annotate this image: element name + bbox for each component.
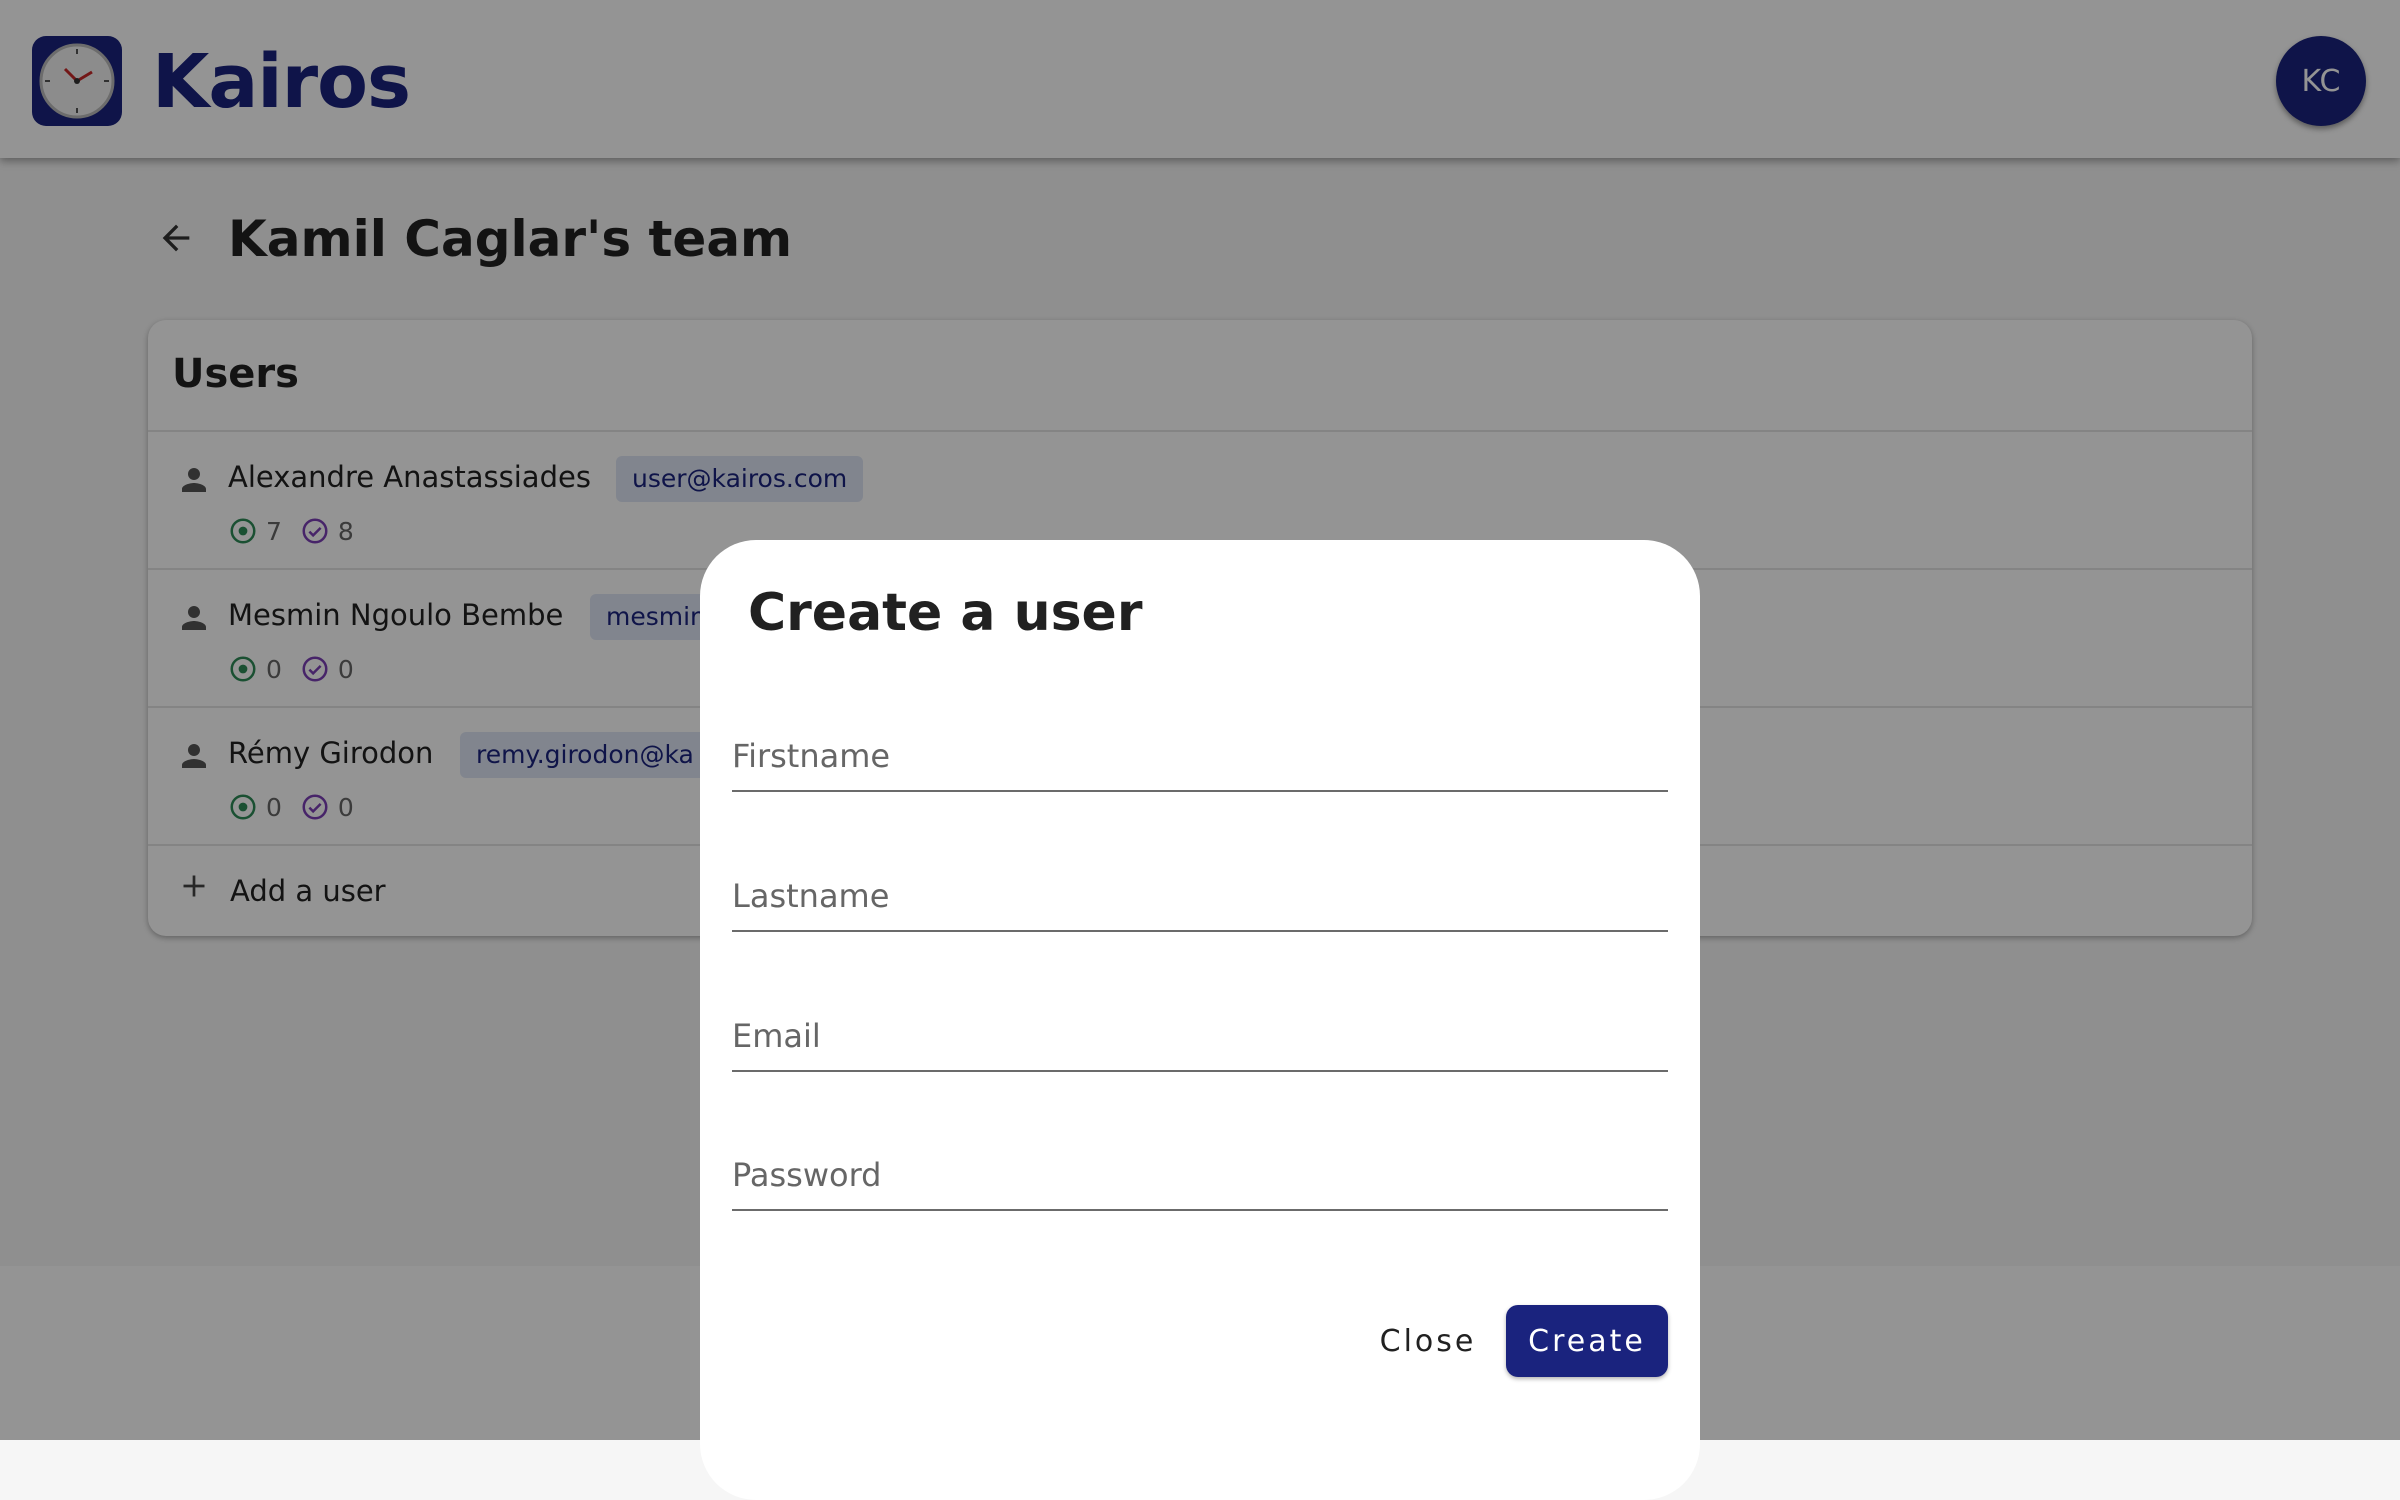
close-button[interactable]: Close (1368, 1305, 1488, 1377)
lastname-input[interactable] (732, 868, 1668, 924)
firstname-input[interactable] (732, 728, 1668, 784)
email-input[interactable] (732, 1008, 1668, 1064)
email-field (732, 990, 1668, 1072)
create-button[interactable]: Create (1506, 1305, 1668, 1377)
password-input[interactable] (732, 1147, 1668, 1203)
lastname-field (732, 850, 1668, 932)
create-user-dialog: Create a user Close Create (700, 540, 1700, 1500)
dialog-title: Create a user (748, 583, 1143, 643)
firstname-field (732, 710, 1668, 792)
password-field (732, 1129, 1668, 1211)
